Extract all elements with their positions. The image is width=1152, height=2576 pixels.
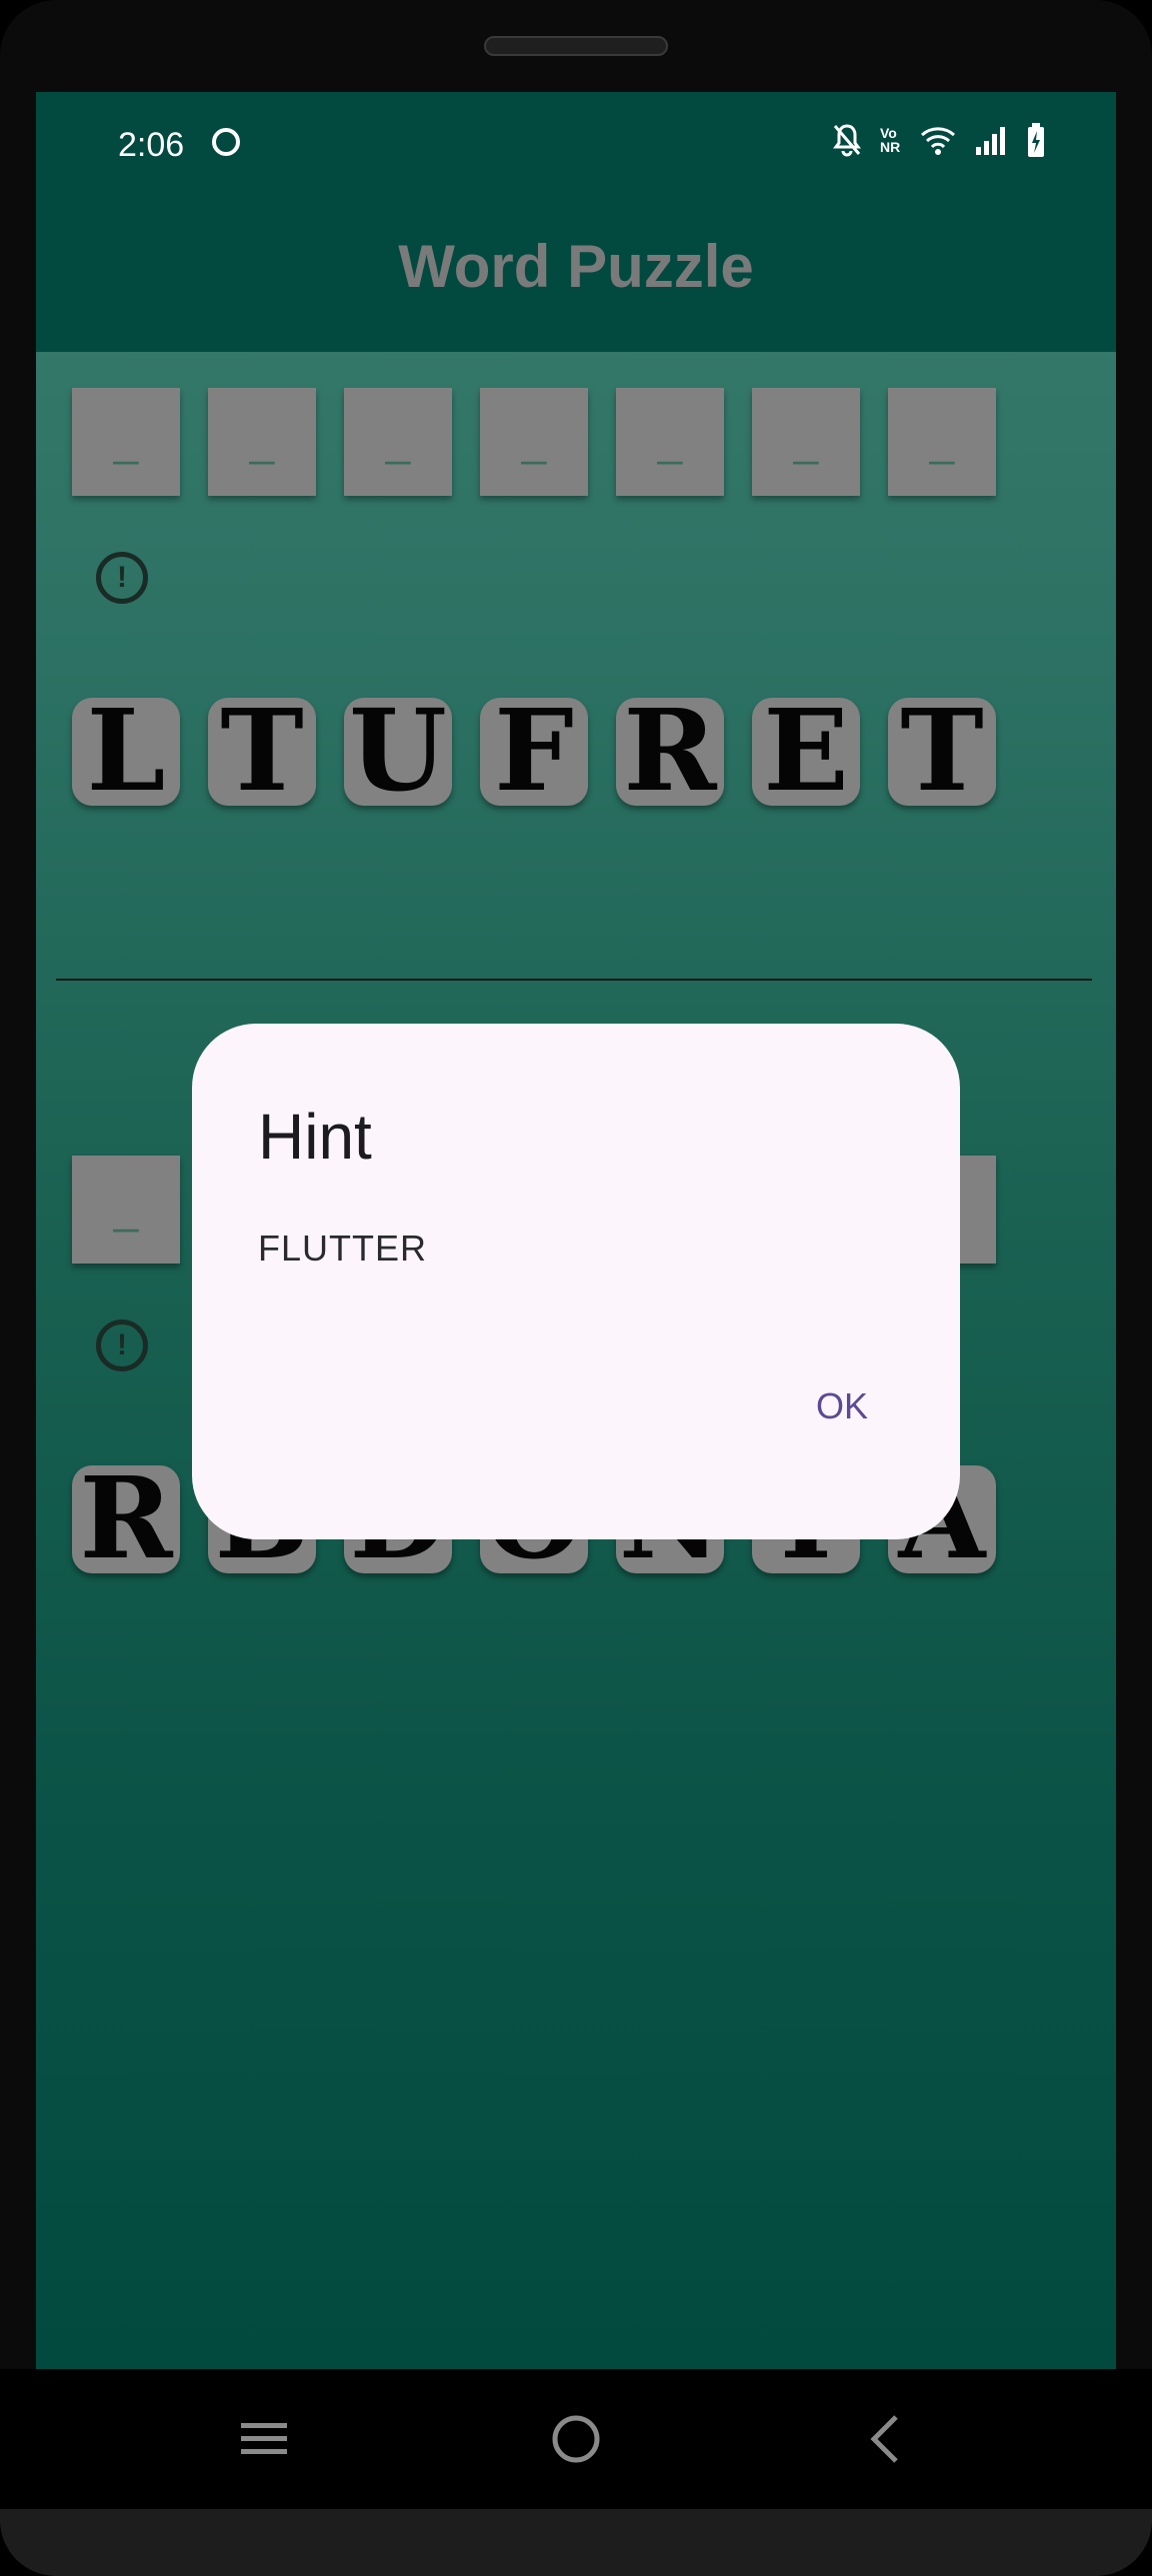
phone-bottom-edge	[0, 2509, 1152, 2576]
dialog-title: Hint	[258, 1101, 372, 1173]
recents-icon[interactable]	[234, 2409, 294, 2469]
earpiece-speaker	[484, 36, 668, 56]
app-screen: 2:06 Vo NR Word Puzzle _ _ _ _ _ _ _ ! L…	[36, 92, 1116, 2369]
home-icon[interactable]	[546, 2409, 606, 2469]
dialog-message: FLUTTER	[258, 1228, 427, 1269]
ok-button[interactable]: OK	[816, 1385, 868, 1427]
system-nav-bar	[0, 2369, 1152, 2509]
back-icon[interactable]	[856, 2409, 916, 2469]
phone-frame: 2:06 Vo NR Word Puzzle _ _ _ _ _ _ _ ! L…	[0, 0, 1152, 2576]
hint-dialog: Hint FLUTTER OK	[192, 1024, 960, 1539]
